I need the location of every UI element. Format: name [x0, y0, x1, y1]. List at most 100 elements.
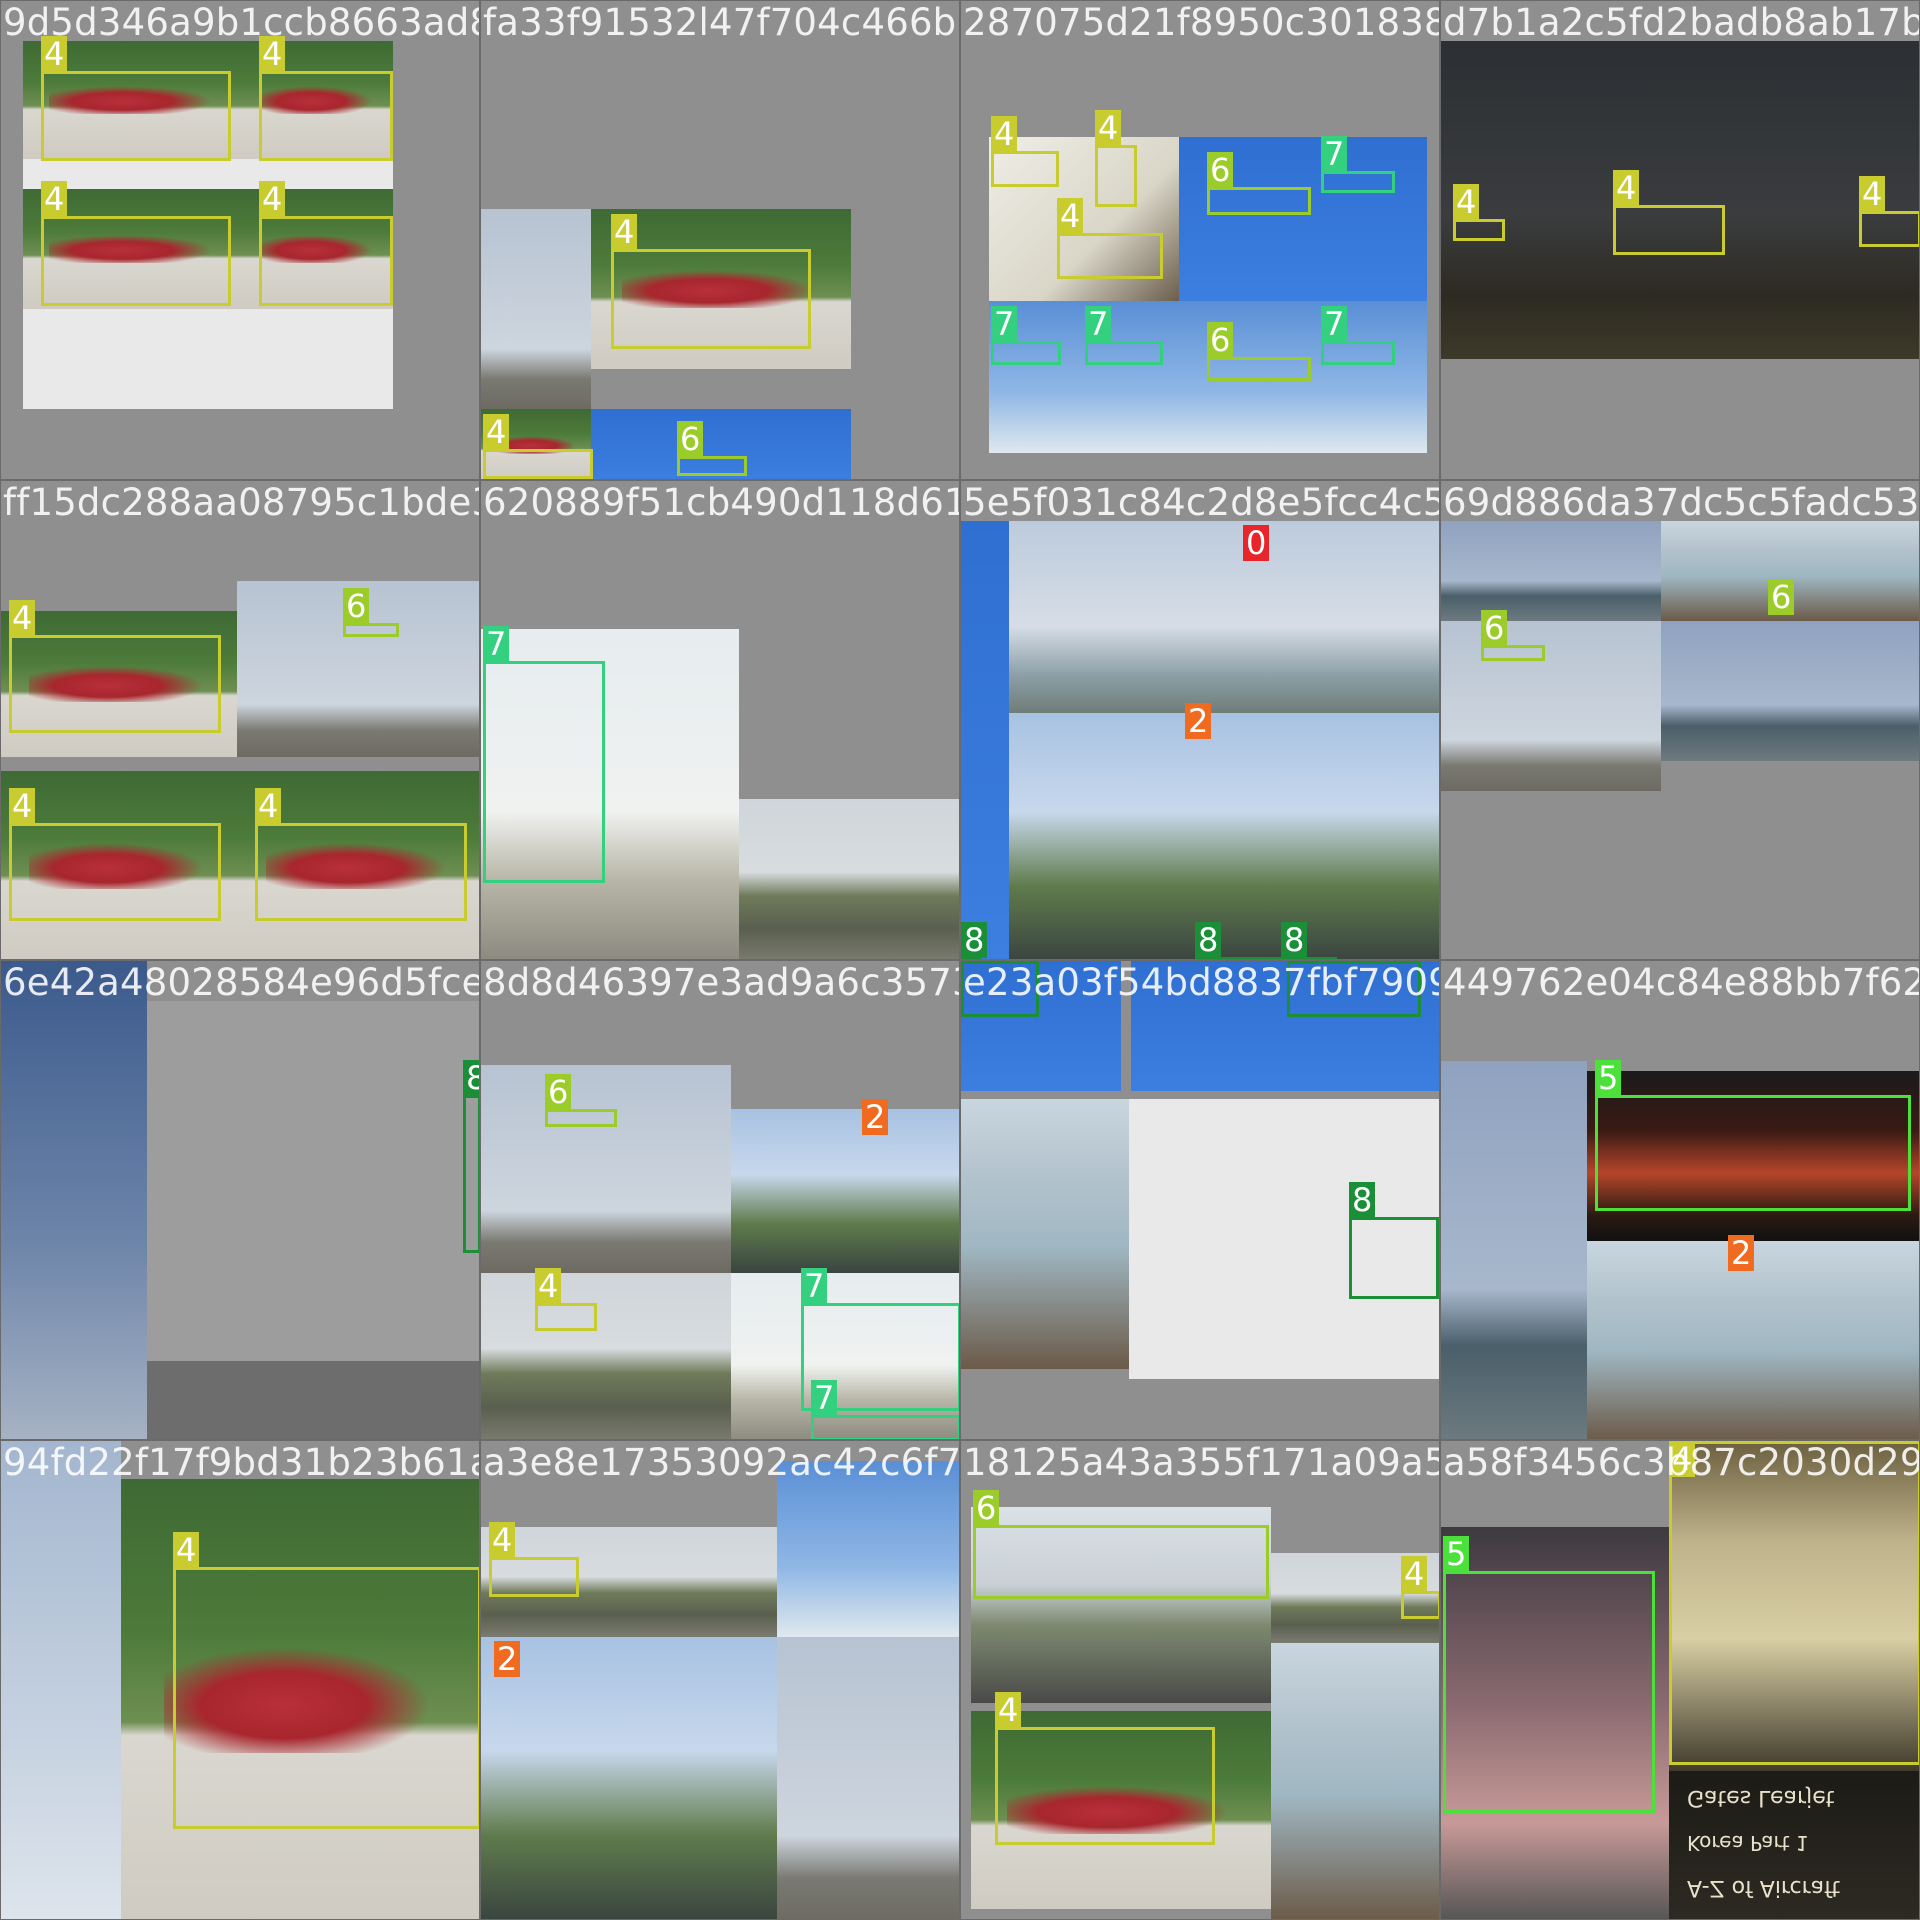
bounding-box-class-4: 4 [1669, 1441, 1919, 1765]
class-label: 8 [961, 922, 988, 958]
class-label: 6 [1207, 152, 1234, 188]
bounding-box-class-4: 4 [1859, 176, 1919, 247]
bounding-box-class-6: 6 [1207, 152, 1311, 215]
class-label: 4 [41, 181, 68, 217]
coast-photo [1441, 521, 1661, 621]
bounding-box-class-4: 4 [173, 1532, 479, 1829]
bounding-box-class-6: 6 [545, 1074, 617, 1127]
runway-photo [481, 1273, 731, 1439]
bounding-box-class-4: 4 [991, 116, 1059, 187]
class-label: 7 [811, 1380, 838, 1416]
class-label: 7 [1085, 306, 1112, 342]
tile-filename: 620889f51cb490d118d61652bb5.jpg [483, 481, 959, 524]
bounding-box-class-4: 4 [1401, 1556, 1439, 1619]
class-label: 4 [489, 1522, 516, 1558]
bounding-box-class-2: 2 [1185, 703, 1212, 749]
magazine-text-line: A-Z of Aircraft [1687, 1875, 1841, 1900]
class-label: 2 [1185, 703, 1212, 739]
class-label: 7 [1321, 306, 1348, 342]
bounding-box-class-4: 4 [995, 1692, 1215, 1845]
bounding-box-class-7: 7 [1085, 306, 1163, 365]
class-label: 4 [9, 788, 36, 824]
padding-area [147, 1001, 479, 1401]
bounding-box-class-4: 4 [1057, 198, 1163, 279]
mosaic-tile: 8 e23a03f54bd8837fbf79091c449762e04c84e8… [960, 960, 1440, 1440]
class-label: 6 [973, 1490, 1000, 1526]
class-label: 4 [995, 1692, 1022, 1728]
bounding-box-class-7: 7 [1321, 136, 1395, 193]
tile-filename: a3e8e17353092ac42c6f73d.jpg [483, 1441, 960, 1484]
bounding-box-class-5: 5 [1595, 1060, 1911, 1211]
tile-filename: 449762e04c84e88bb7f62599f [1443, 961, 1919, 1004]
tile-filename: 94fd22f17f9bd31b23b61a7fad3e8e173530924a… [3, 1441, 480, 1484]
bounding-box-class-6: 6 [1768, 579, 1795, 621]
mosaic-tile: Gates Learjet Korea Part 1 A-Z of Aircra… [1440, 1440, 1920, 1920]
class-label: 2 [1728, 1235, 1755, 1271]
mosaic-tile: 5 2 449762e04c84e88bb7f62599f [1440, 960, 1920, 1440]
bounding-box-class-4: 4 [41, 36, 231, 161]
bounding-box-class-4: 4 [1095, 110, 1137, 207]
class-label: 8 [463, 1060, 479, 1096]
class-label: 4 [1401, 1556, 1428, 1592]
tile-filename: 287075d21f8950c301838c36d7b1a2c5fd2badb8… [963, 1, 1439, 44]
class-label: 4 [1453, 184, 1480, 220]
tower-photo [1441, 621, 1661, 791]
tile-filename: a58f3456c3b87c2030d2927 [1443, 1441, 1920, 1484]
mosaic-tile: 4 4 4 6 7 7 7 6 7 287075d21f8950c301838c… [960, 0, 1440, 480]
mosaic-tile: 7 620889f51cb490d118d61652bb5.jpg [480, 480, 960, 960]
tile-filename: 6e42a48028584e96d5fce7b88d8d46397e3ad9a6… [3, 961, 480, 1004]
person-photo [961, 1099, 1129, 1369]
class-label: 4 [1057, 198, 1084, 234]
bounding-box-class-6: 6 [343, 588, 399, 637]
class-label: 4 [991, 116, 1018, 152]
bounding-box-class-4: 4 [41, 181, 231, 306]
bounding-box-class-7: 7 [991, 306, 1061, 365]
bounding-box-class-4: 4 [9, 788, 221, 921]
tile-filename: 5e5f031c84c2d8e5fcc4c5e969d886da37cc5c5f… [963, 481, 1439, 524]
magazine-text-line: Korea Part 1 [1687, 1831, 1809, 1855]
mosaic-tile: 4 6 4 4 ff15dc288aa08795c1bde3c36208918f… [0, 480, 480, 960]
bounding-box-class-8: 8 [1349, 1182, 1439, 1299]
class-label: 6 [545, 1074, 572, 1110]
crowd-photo [1009, 713, 1439, 959]
class-label: 7 [1321, 136, 1348, 172]
class-label: 5 [1443, 1536, 1470, 1572]
bounding-box-class-4: 4 [535, 1268, 597, 1331]
class-label: 4 [9, 600, 36, 636]
class-label: 7 [483, 626, 510, 662]
person-photo [1271, 1643, 1439, 1919]
bounding-box-class-6: 6 [677, 421, 747, 476]
class-label: 6 [677, 421, 704, 457]
class-label: 8 [1195, 922, 1222, 958]
mosaic-tile: 6 6 69d886da37dc5c5fadc5367d9 [1440, 480, 1920, 960]
mosaic-tile: 4 94fd22f17f9bd31b23b61a7fad3e8e17353092… [0, 1440, 480, 1920]
mosaic-tile: 6 4 4 18125a43a355f171a09a5d32a58f3456cb… [960, 1440, 1440, 1920]
mosaic-tile: 4 4 4 d7b1a2c5fd2badb8ab17b895 [1440, 0, 1920, 480]
bounding-box-class-6: 6 [1481, 610, 1545, 661]
bounding-box-class-0: 0 [961, 517, 1439, 687]
class-label: 4 [173, 1532, 200, 1568]
crowd-photo [731, 1109, 959, 1273]
tile-filename: ff15dc288aa08795c1bde3c36208918f51cb490d… [3, 481, 479, 524]
mosaic-tile: 6 2 4 7 7 8d8d46397e3ad9a6c35739.jpg [480, 960, 960, 1440]
class-label: 4 [483, 414, 510, 450]
bounding-box-class-7: 7 [483, 626, 605, 883]
sky-photo [777, 1461, 959, 1637]
class-label: 4 [535, 1268, 562, 1304]
bounding-box-class-5: 5 [1443, 1536, 1655, 1813]
coast-photo [1661, 621, 1919, 761]
magazine-cover: Gates Learjet Korea Part 1 A-Z of Aircra… [1669, 1771, 1919, 1919]
bounding-box-class-4: 4 [489, 1522, 579, 1597]
bounding-box-class-2: 2 [1728, 1235, 1755, 1277]
class-label: 7 [991, 306, 1018, 342]
tile-filename: e23a03f54bd8837fbf79091c449762e04c84e88b… [963, 961, 1439, 1004]
bounding-box-class-4: 4 [259, 181, 393, 306]
class-label: 2 [494, 1641, 521, 1677]
class-label: 6 [1207, 322, 1234, 358]
sky-photo [989, 301, 1179, 453]
tile-filename: 8d8d46397e3ad9a6c35739.jpg [483, 961, 959, 1004]
tile-filename: 69d886da37dc5c5fadc5367d9 [1443, 481, 1920, 524]
class-label: 7 [801, 1268, 828, 1304]
bounding-box-class-4: 4 [1613, 170, 1725, 255]
class-label: 6 [1481, 610, 1508, 646]
